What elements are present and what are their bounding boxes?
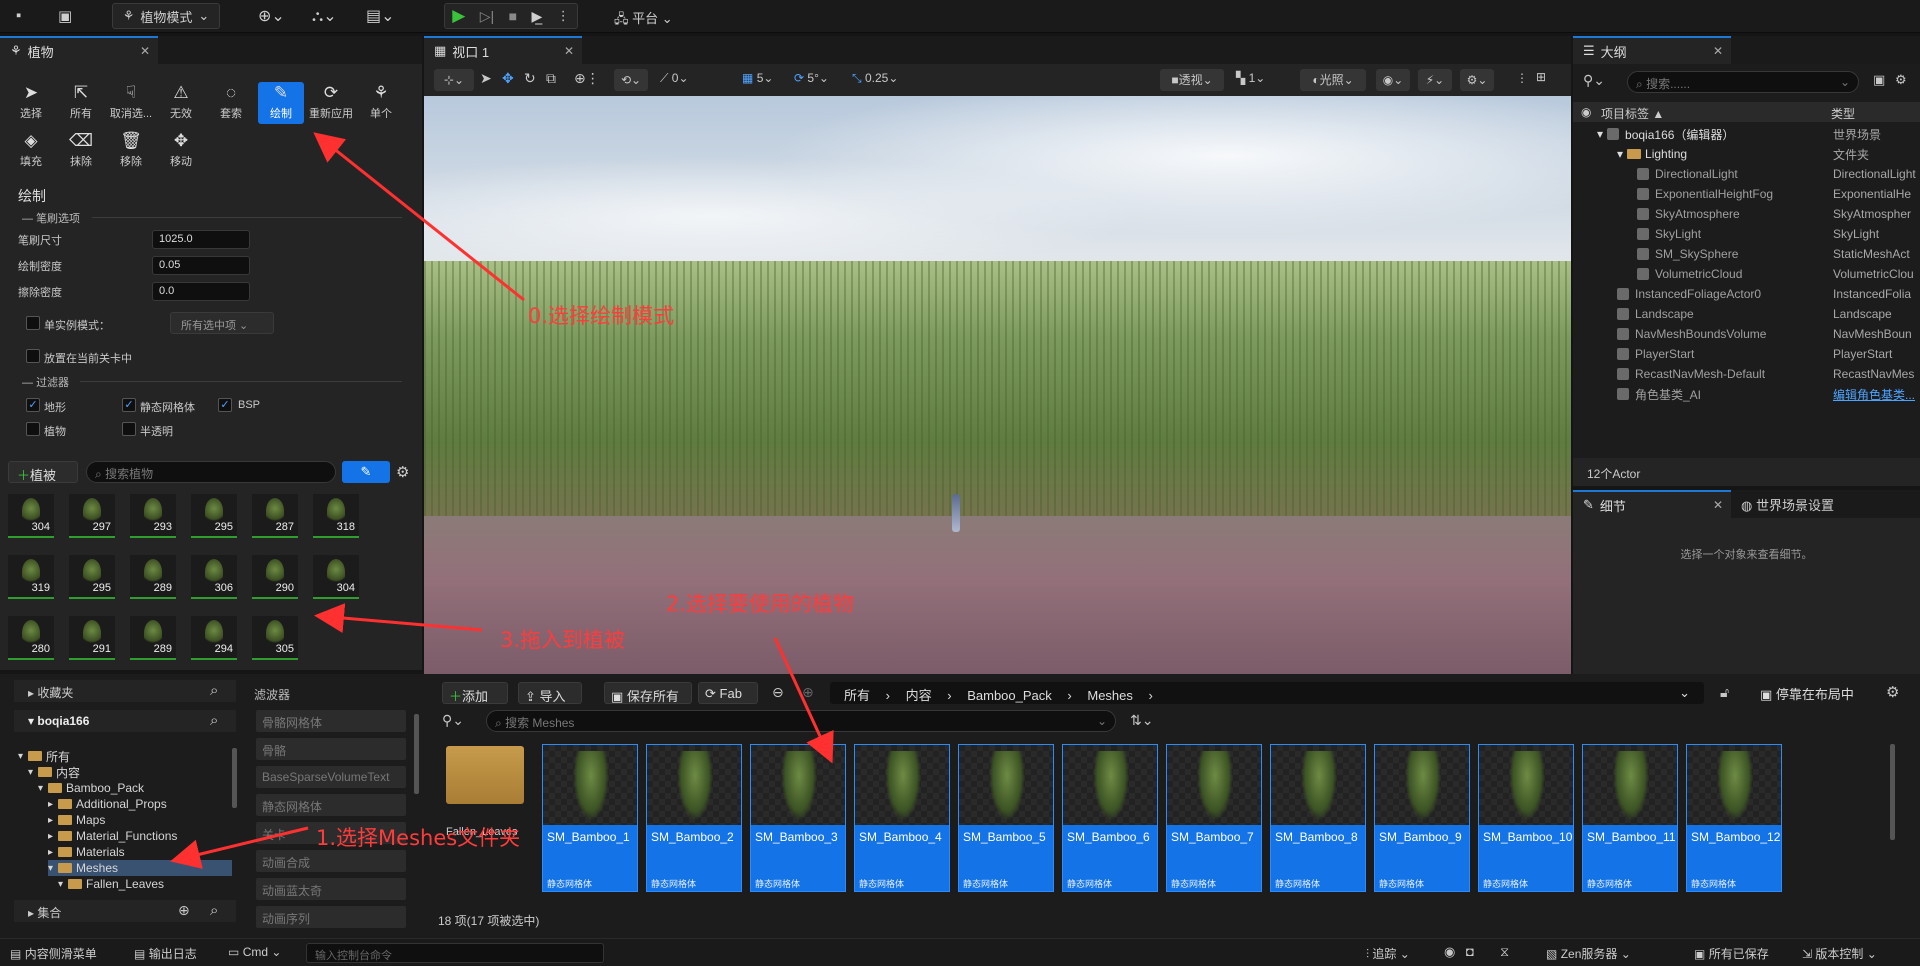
annotation-step1: 1.选择Meshes文件夹 <box>316 826 521 850</box>
arrow-3 <box>314 603 483 634</box>
annotation-step3: 3.拖入到植被 <box>500 628 626 652</box>
annotation-step0: 0.选择绘制模式 <box>528 304 675 328</box>
arrow-0 <box>313 132 525 302</box>
arrow-2 <box>773 637 834 764</box>
annotation-arrows <box>170 132 834 869</box>
arrow-1 <box>170 826 309 869</box>
annotation-step2: 2.选择要使用的植物 <box>666 592 855 616</box>
